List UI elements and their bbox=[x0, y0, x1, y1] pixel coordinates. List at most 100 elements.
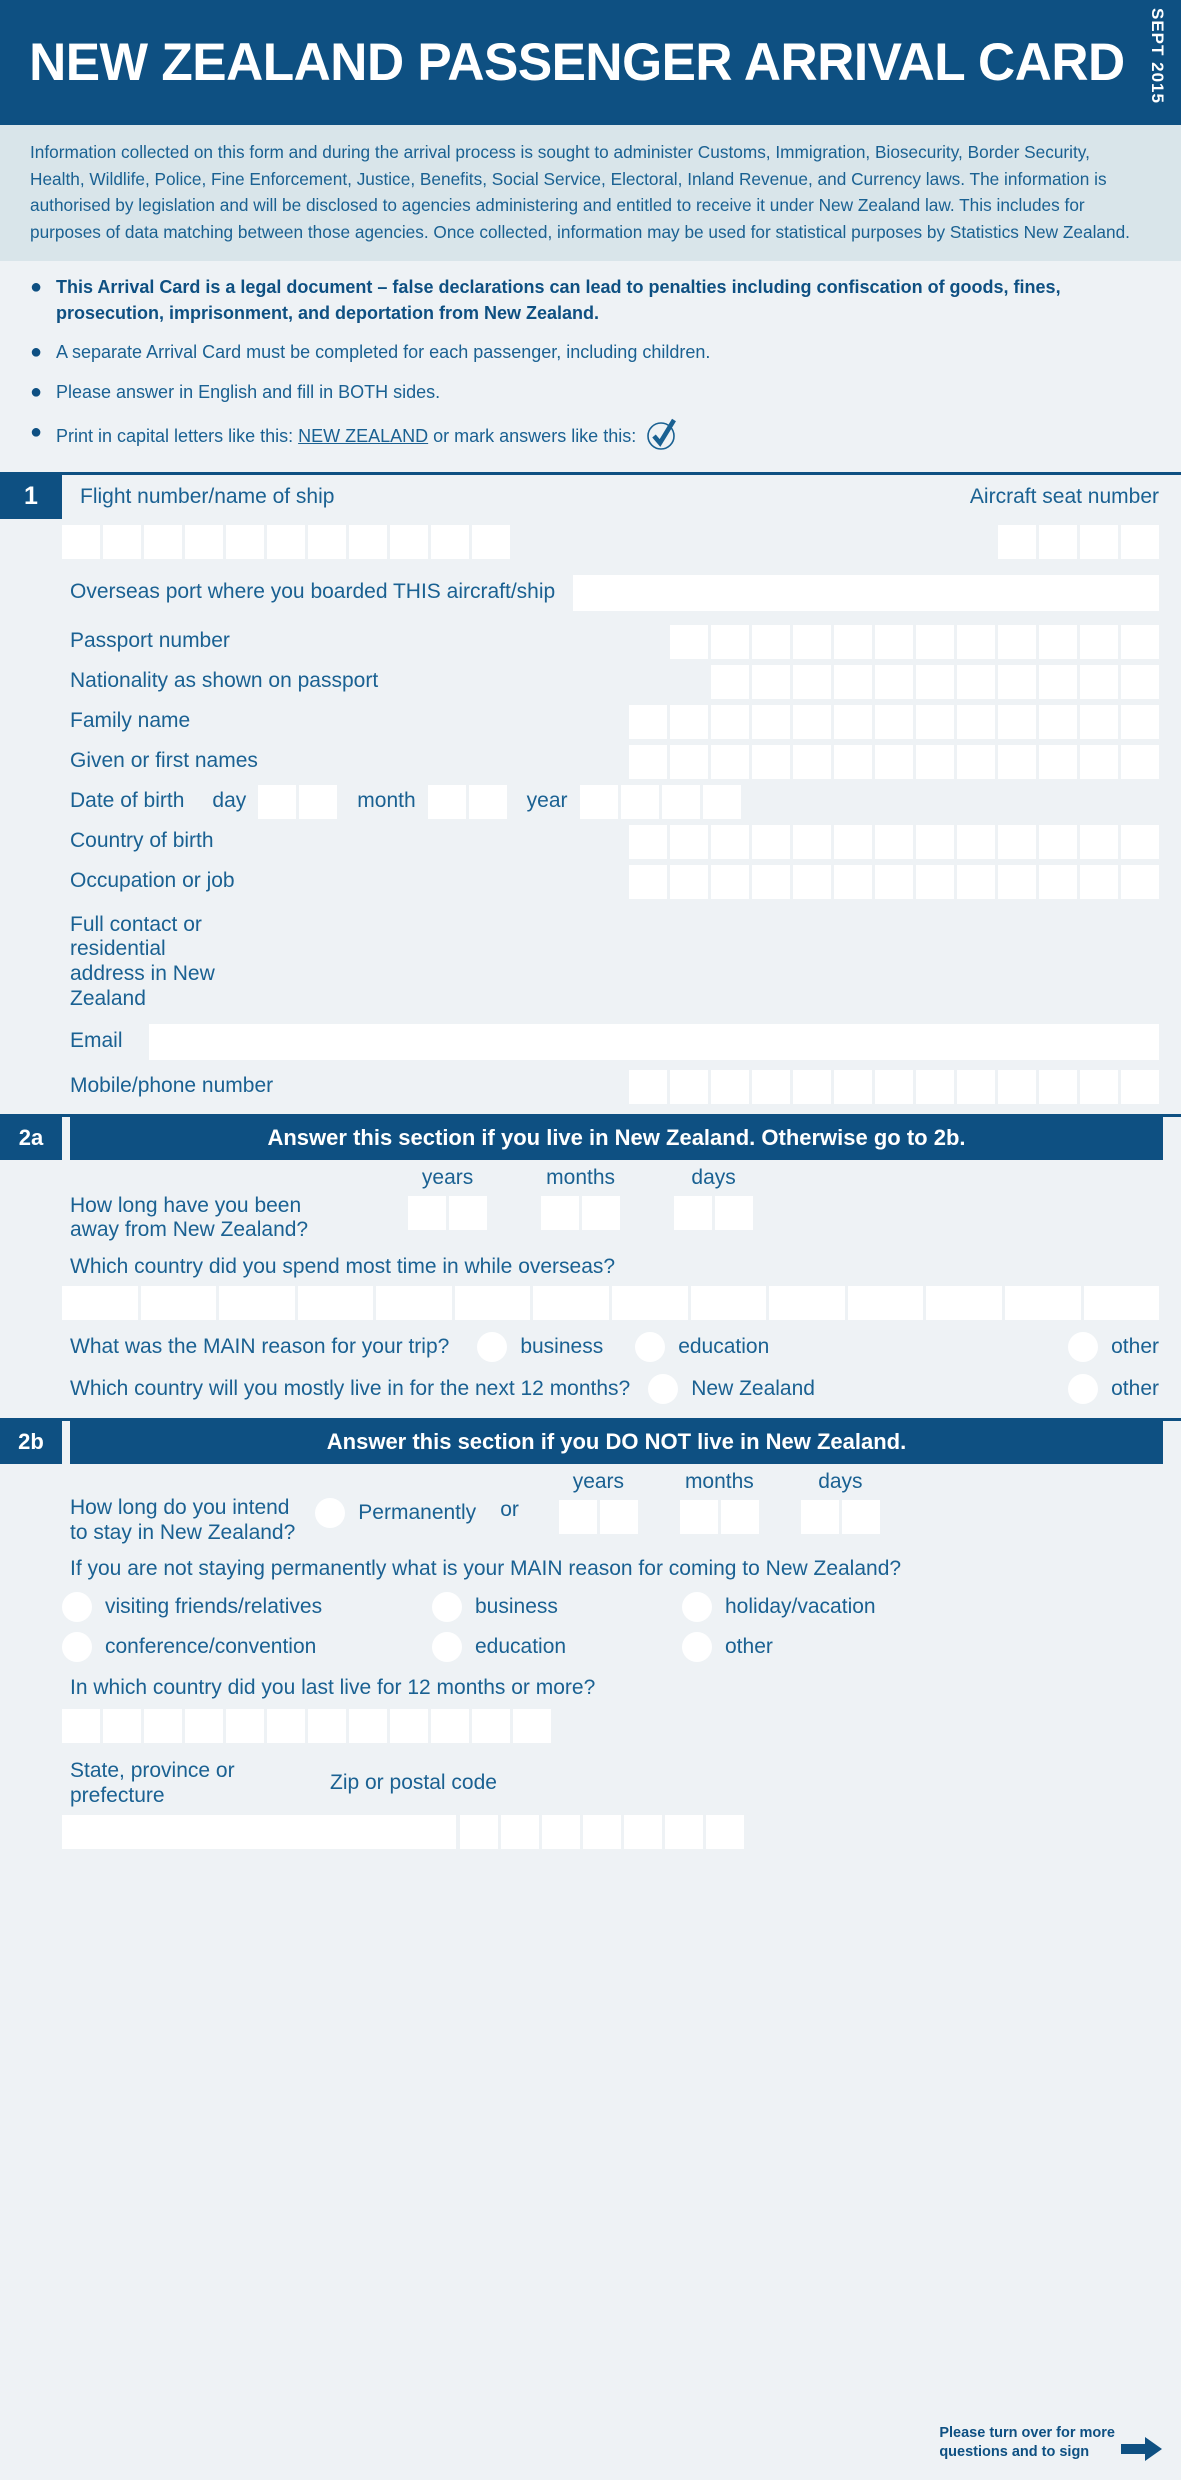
character-box[interactable] bbox=[752, 1069, 790, 1104]
stay-months-input[interactable] bbox=[679, 1499, 759, 1534]
character-box[interactable] bbox=[957, 864, 995, 899]
character-box[interactable] bbox=[670, 864, 708, 899]
zip-input[interactable] bbox=[460, 1814, 744, 1849]
character-box[interactable] bbox=[711, 824, 749, 859]
character-box[interactable] bbox=[670, 624, 708, 659]
occupation-input[interactable] bbox=[629, 864, 1159, 899]
phone-input[interactable] bbox=[629, 1069, 1159, 1104]
character-box[interactable] bbox=[226, 524, 264, 559]
character-box[interactable] bbox=[834, 704, 872, 739]
character-box[interactable] bbox=[706, 1814, 744, 1849]
stay-years-input[interactable] bbox=[558, 1499, 638, 1534]
character-box[interactable] bbox=[1039, 864, 1077, 899]
nationality-input[interactable] bbox=[711, 664, 1159, 699]
character-box[interactable] bbox=[1080, 524, 1118, 559]
character-box[interactable] bbox=[998, 704, 1036, 739]
passport-number-input[interactable] bbox=[670, 624, 1159, 659]
character-box[interactable] bbox=[599, 1499, 638, 1534]
character-box[interactable] bbox=[579, 784, 618, 819]
character-box[interactable] bbox=[665, 1814, 703, 1849]
radio-circle-icon[interactable] bbox=[682, 1632, 712, 1663]
character-box[interactable] bbox=[875, 624, 913, 659]
live-next-option-other[interactable]: other bbox=[1068, 1373, 1159, 1404]
radio-circle-icon[interactable] bbox=[477, 1331, 508, 1362]
character-box[interactable] bbox=[998, 824, 1036, 859]
dob-year-input[interactable] bbox=[579, 784, 741, 819]
character-box[interactable] bbox=[1121, 1069, 1159, 1104]
country-of-birth-input[interactable] bbox=[629, 824, 1159, 859]
character-box[interactable] bbox=[690, 1285, 767, 1320]
character-box[interactable] bbox=[916, 1069, 954, 1104]
character-box[interactable] bbox=[841, 1499, 880, 1534]
character-box[interactable] bbox=[998, 624, 1036, 659]
character-box[interactable] bbox=[711, 744, 749, 779]
stay-days-input[interactable] bbox=[800, 1499, 880, 1534]
character-box[interactable] bbox=[1039, 824, 1077, 859]
radio-circle-icon[interactable] bbox=[1068, 1331, 1099, 1362]
character-box[interactable] bbox=[1039, 744, 1077, 779]
character-box[interactable] bbox=[226, 1708, 264, 1743]
character-box[interactable] bbox=[793, 664, 831, 699]
character-box[interactable] bbox=[670, 824, 708, 859]
flight-number-input[interactable] bbox=[62, 524, 510, 559]
character-box[interactable] bbox=[916, 664, 954, 699]
character-box[interactable] bbox=[834, 664, 872, 699]
character-box[interactable] bbox=[427, 784, 466, 819]
character-box[interactable] bbox=[752, 864, 790, 899]
character-box[interactable] bbox=[834, 744, 872, 779]
character-box[interactable] bbox=[957, 664, 995, 699]
character-box[interactable] bbox=[834, 824, 872, 859]
visit-reason-option-visiting[interactable]: visiting friends/relatives bbox=[62, 1592, 432, 1623]
character-box[interactable] bbox=[390, 524, 428, 559]
character-box[interactable] bbox=[926, 1285, 1002, 1320]
character-box[interactable] bbox=[670, 704, 708, 739]
character-box[interactable] bbox=[715, 1195, 754, 1230]
character-box[interactable] bbox=[1121, 664, 1159, 699]
character-box[interactable] bbox=[144, 524, 182, 559]
character-box[interactable] bbox=[800, 1499, 839, 1534]
character-box[interactable] bbox=[408, 1195, 447, 1230]
character-box[interactable] bbox=[1121, 824, 1159, 859]
visit-reason-option-other[interactable]: other bbox=[682, 1632, 773, 1663]
character-box[interactable] bbox=[144, 1708, 182, 1743]
character-box[interactable] bbox=[629, 864, 667, 899]
trip-reason-option-education[interactable]: education bbox=[635, 1331, 769, 1362]
character-box[interactable] bbox=[62, 1708, 100, 1743]
character-box[interactable] bbox=[185, 524, 223, 559]
character-box[interactable] bbox=[661, 784, 700, 819]
character-box[interactable] bbox=[847, 1285, 924, 1320]
character-box[interactable] bbox=[349, 524, 387, 559]
radio-circle-icon[interactable] bbox=[315, 1497, 346, 1528]
character-box[interactable] bbox=[472, 1708, 510, 1743]
character-box[interactable] bbox=[297, 1285, 374, 1320]
character-box[interactable] bbox=[1080, 864, 1118, 899]
character-box[interactable] bbox=[1080, 704, 1118, 739]
character-box[interactable] bbox=[454, 1285, 531, 1320]
character-box[interactable] bbox=[103, 524, 141, 559]
character-box[interactable] bbox=[957, 1069, 995, 1104]
character-box[interactable] bbox=[219, 1285, 295, 1320]
visit-reason-option-conference[interactable]: conference/convention bbox=[62, 1632, 432, 1663]
dob-month-input[interactable] bbox=[427, 784, 507, 819]
character-box[interactable] bbox=[629, 824, 667, 859]
character-box[interactable] bbox=[793, 864, 831, 899]
trip-reason-option-other[interactable]: other bbox=[1068, 1331, 1159, 1362]
character-box[interactable] bbox=[431, 1708, 469, 1743]
character-box[interactable] bbox=[62, 1285, 138, 1320]
radio-circle-icon[interactable] bbox=[1068, 1373, 1099, 1404]
character-box[interactable] bbox=[472, 524, 510, 559]
character-box[interactable] bbox=[711, 704, 749, 739]
email-input[interactable] bbox=[148, 1023, 1159, 1060]
visit-reason-option-holiday[interactable]: holiday/vacation bbox=[682, 1592, 876, 1623]
character-box[interactable] bbox=[1039, 664, 1077, 699]
character-box[interactable] bbox=[916, 864, 954, 899]
character-box[interactable] bbox=[1080, 744, 1118, 779]
character-box[interactable] bbox=[916, 824, 954, 859]
character-box[interactable] bbox=[258, 784, 297, 819]
character-box[interactable] bbox=[620, 784, 659, 819]
visit-reason-option-business[interactable]: business bbox=[432, 1592, 682, 1623]
character-box[interactable] bbox=[376, 1285, 452, 1320]
character-box[interactable] bbox=[998, 664, 1036, 699]
radio-circle-icon[interactable] bbox=[62, 1592, 92, 1623]
time-away-years-input[interactable] bbox=[408, 1195, 488, 1230]
